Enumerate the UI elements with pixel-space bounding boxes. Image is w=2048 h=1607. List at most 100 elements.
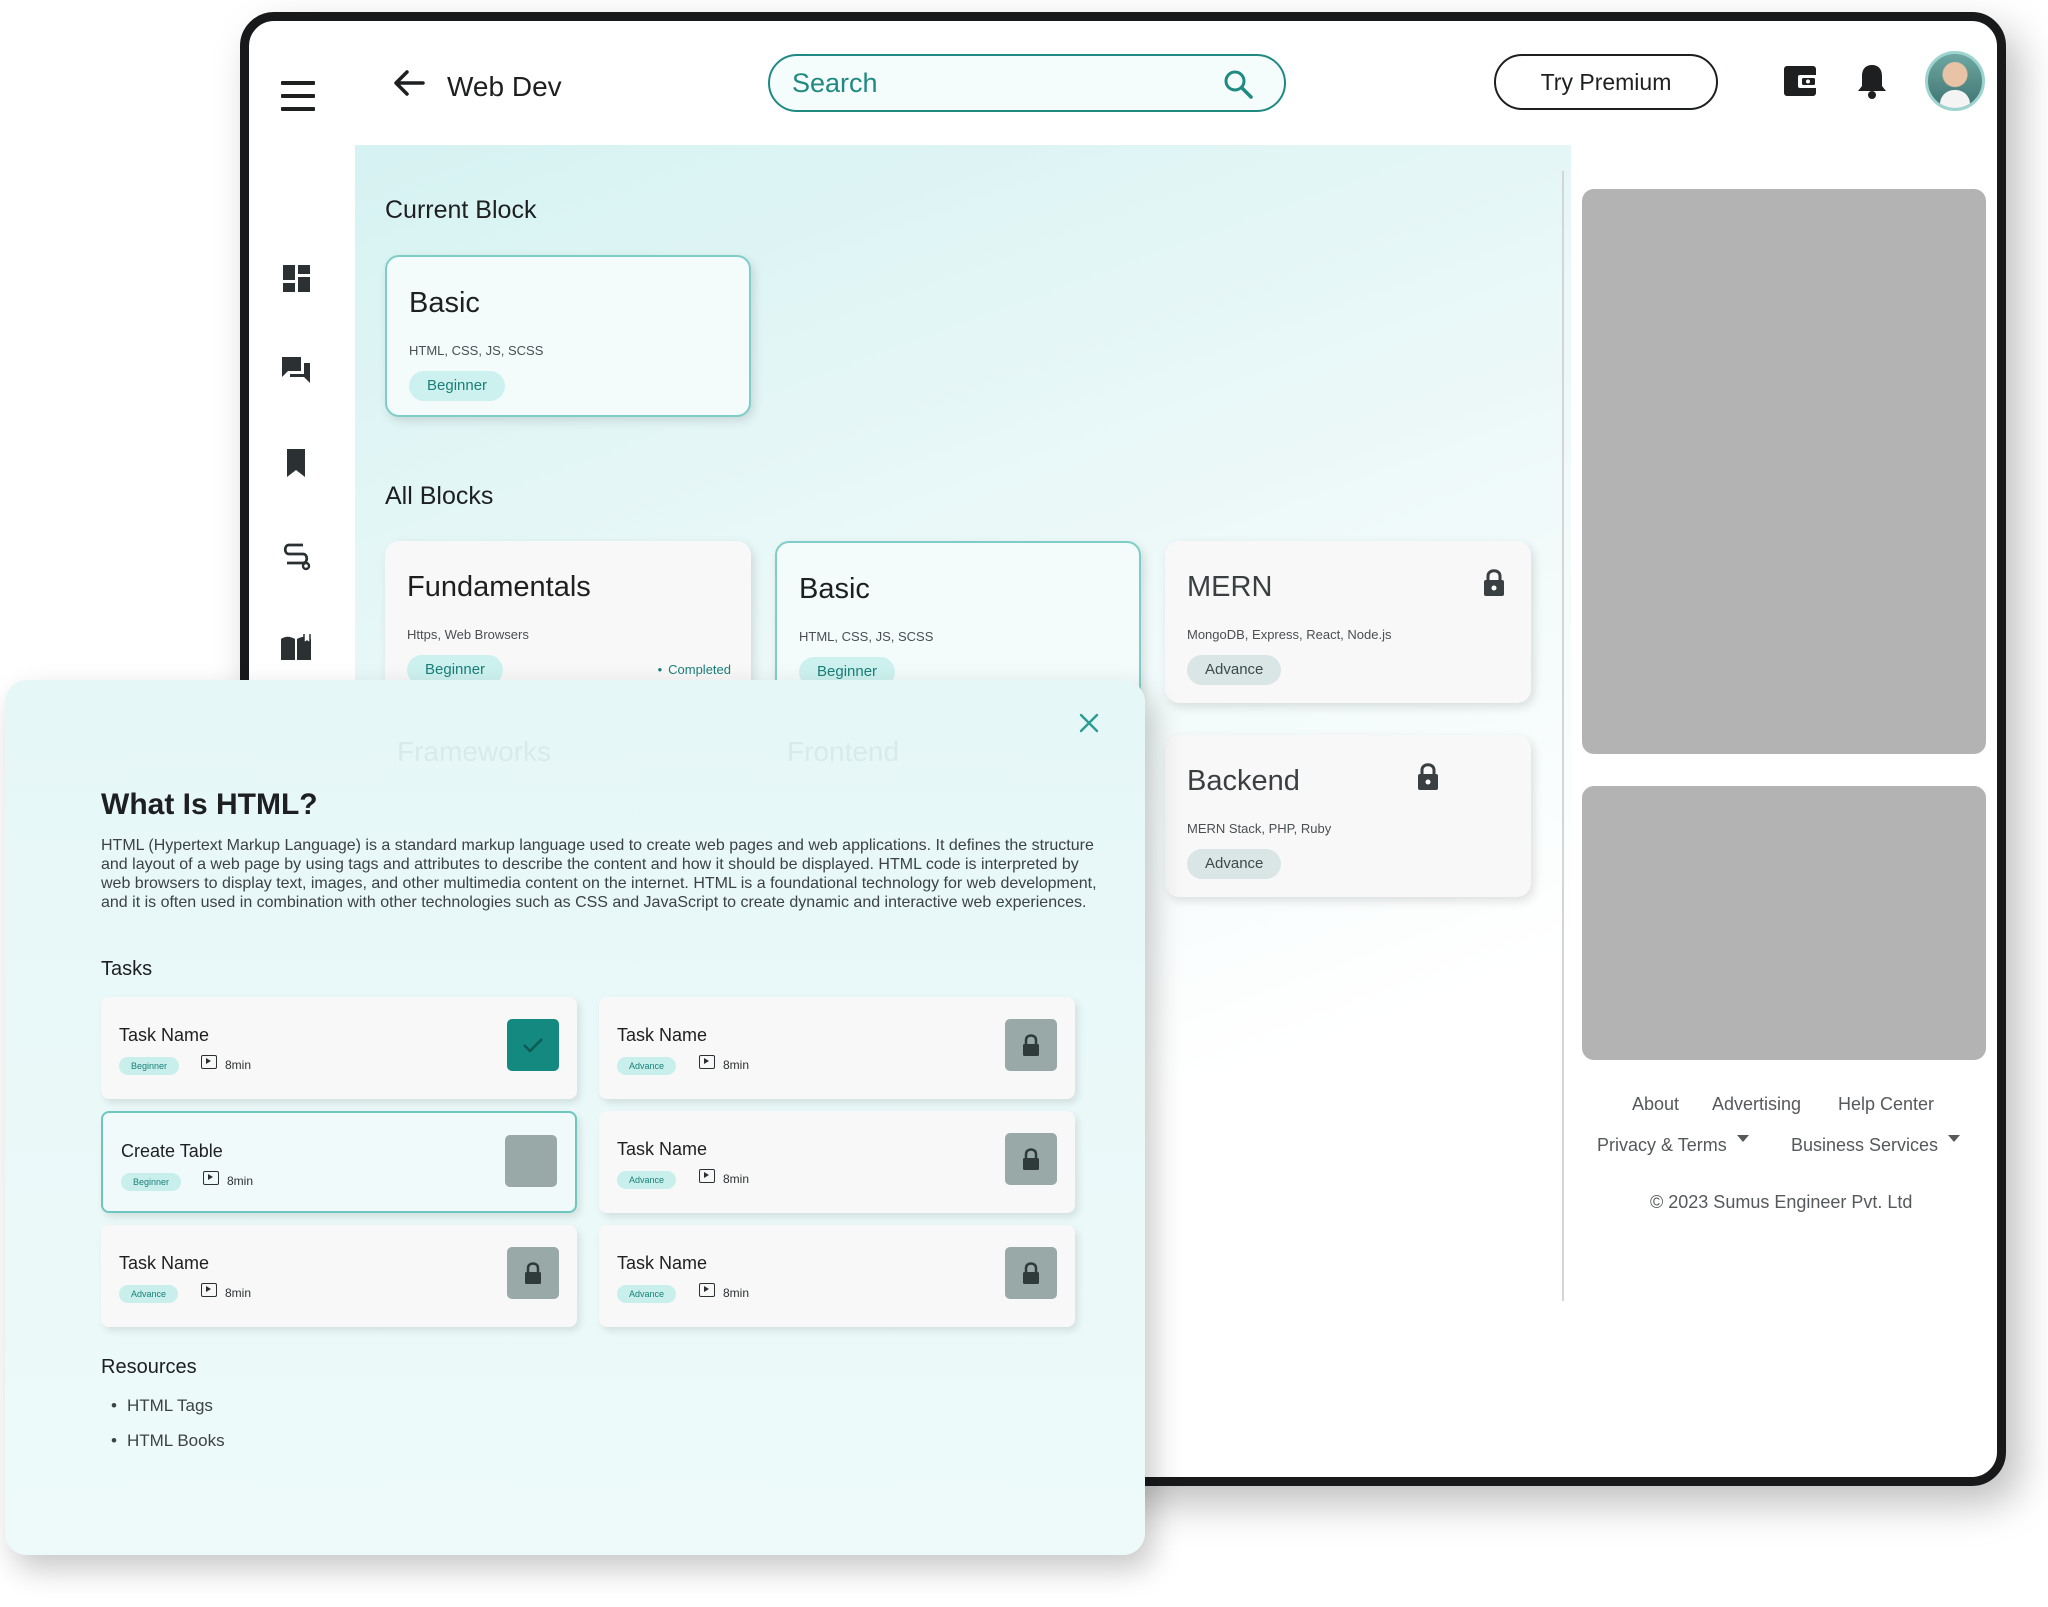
search-bar[interactable] (768, 54, 1286, 112)
book-icon[interactable] (279, 631, 313, 665)
check-icon (523, 1038, 543, 1053)
task-name: Task Name (617, 1025, 708, 1045)
task-card[interactable]: Task Name Beginner 8min (101, 997, 577, 1099)
level-badge: Beginner (121, 1173, 182, 1191)
level-badge: Advance (1187, 655, 1282, 685)
wallet-icon[interactable] (1782, 63, 1820, 99)
current-block-heading: Current Block (385, 196, 537, 224)
dashboard-icon[interactable] (279, 261, 313, 295)
task-name: Create Table (121, 1141, 223, 1161)
bell-icon[interactable] (1854, 61, 1890, 101)
task-locked-status (507, 1247, 559, 1299)
back-arrow-icon[interactable] (389, 63, 429, 103)
video-icon (699, 1055, 715, 1069)
ghost-card-label: Frameworks (397, 736, 552, 767)
close-icon[interactable] (1078, 712, 1100, 734)
resource-link[interactable]: HTML Books (111, 1431, 225, 1451)
task-duration: 8min (723, 1058, 750, 1072)
block-card-basic[interactable]: Basic HTML, CSS, JS, SCSS Beginner (775, 541, 1141, 703)
task-card[interactable]: Task Name Advance 8min (599, 997, 1075, 1099)
task-duration: 8min (723, 1172, 750, 1186)
block-topics: HTML, CSS, JS, SCSS (799, 629, 934, 644)
task-checkbox[interactable] (505, 1135, 557, 1187)
copyright-text: © 2023 Sumus Engineer Pvt. Ltd (1650, 1192, 1913, 1212)
level-badge: Beginner (409, 371, 506, 401)
menu-icon[interactable] (281, 81, 315, 115)
route-icon[interactable] (279, 539, 313, 573)
video-icon (201, 1055, 217, 1069)
lock-icon (525, 1262, 541, 1284)
block-topics: MERN Stack, PHP, Ruby (1187, 821, 1332, 836)
footer-links: About Advertising Help Center (1582, 1094, 1986, 1124)
footer-links: Privacy & Terms Business Services (1582, 1135, 1986, 1165)
completed-status: Completed (658, 662, 731, 677)
task-card[interactable]: Task Name Advance 8min (599, 1111, 1075, 1213)
task-name: Task Name (119, 1025, 210, 1045)
ad-placeholder (1582, 786, 1986, 1060)
block-name: Basic (799, 573, 870, 605)
business-services-label: Business Services (1791, 1135, 1939, 1155)
search-input[interactable] (792, 64, 1192, 102)
level-badge: Advance (617, 1285, 677, 1303)
task-duration: 8min (227, 1174, 254, 1188)
task-name: Task Name (617, 1139, 708, 1159)
block-card-backend[interactable]: Backend MERN Stack, PHP, Ruby Advance (1165, 735, 1531, 897)
task-card[interactable]: Task Name Advance 8min (101, 1225, 577, 1327)
modal-title: What Is HTML? (101, 788, 318, 821)
block-name: Fundamentals (407, 571, 591, 603)
chat-icon[interactable] (279, 353, 313, 387)
block-card-fundamentals[interactable]: Fundamentals Https, Web Browsers Beginne… (385, 541, 751, 703)
resource-link[interactable]: HTML Tags (111, 1396, 213, 1416)
tasks-heading: Tasks (101, 958, 153, 980)
footer-link-help-center[interactable]: Help Center (1838, 1094, 1934, 1115)
level-badge: Beginner (119, 1057, 180, 1075)
bookmark-icon[interactable] (279, 446, 313, 480)
lock-icon (1023, 1262, 1039, 1284)
block-card-mern[interactable]: MERN MongoDB, Express, React, Node.js Ad… (1165, 541, 1531, 703)
video-icon (201, 1283, 217, 1297)
footer-link-about[interactable]: About (1632, 1094, 1679, 1115)
search-icon[interactable] (1222, 68, 1254, 100)
vertical-divider (1562, 171, 1564, 1301)
task-locked-status (1005, 1019, 1057, 1071)
footer-link-privacy-terms[interactable]: Privacy & Terms (1597, 1135, 1749, 1156)
ghost-card-label: Frontend (787, 736, 900, 767)
block-name: Backend (1187, 765, 1300, 797)
modal-description: HTML (Hypertext Markup Language) is a st… (101, 837, 1097, 911)
avatar[interactable] (1925, 51, 1985, 111)
task-card[interactable]: Task Name Advance 8min (599, 1225, 1075, 1327)
task-name: Task Name (617, 1253, 708, 1273)
task-duration: 8min (723, 1286, 750, 1300)
lock-icon (1023, 1148, 1039, 1170)
resources-heading: Resources (101, 1356, 197, 1378)
ad-placeholder (1582, 189, 1986, 754)
level-badge: Advance (617, 1057, 677, 1075)
task-card-create-table[interactable]: Create Table Beginner 8min (101, 1111, 577, 1213)
block-topics: HTML, CSS, JS, SCSS (409, 343, 544, 358)
page-title: Web Dev (447, 71, 562, 102)
level-badge: Advance (617, 1171, 677, 1189)
video-icon (203, 1171, 219, 1185)
try-premium-button[interactable]: Try Premium (1494, 54, 1718, 110)
footer-link-advertising[interactable]: Advertising (1712, 1094, 1801, 1115)
task-duration: 8min (225, 1286, 252, 1300)
task-name: Task Name (119, 1253, 210, 1273)
chevron-down-icon (1948, 1135, 1961, 1142)
lock-icon (1484, 569, 1504, 596)
block-topics: MongoDB, Express, React, Node.js (1187, 627, 1392, 642)
privacy-terms-label: Privacy & Terms (1597, 1135, 1727, 1155)
level-badge: Advance (1187, 849, 1282, 879)
footer-copyright: © 2023 Sumus Engineer Pvt. Ltd (1582, 1192, 1986, 1222)
task-complete-checkbox[interactable] (507, 1019, 559, 1071)
all-blocks-heading: All Blocks (385, 482, 494, 510)
block-name: MERN (1187, 571, 1273, 603)
html-info-modal: Frameworks Frontend What Is HTML? HTML (… (5, 680, 1145, 1555)
footer-link-business-services[interactable]: Business Services (1791, 1135, 1961, 1156)
video-icon (699, 1283, 715, 1297)
block-topics: Https, Web Browsers (407, 627, 529, 642)
lock-icon (1418, 763, 1438, 790)
level-badge: Advance (119, 1285, 179, 1303)
chevron-down-icon (1736, 1135, 1749, 1142)
video-icon (699, 1169, 715, 1183)
current-block-card[interactable]: Basic HTML, CSS, JS, SCSS Beginner (385, 255, 751, 417)
